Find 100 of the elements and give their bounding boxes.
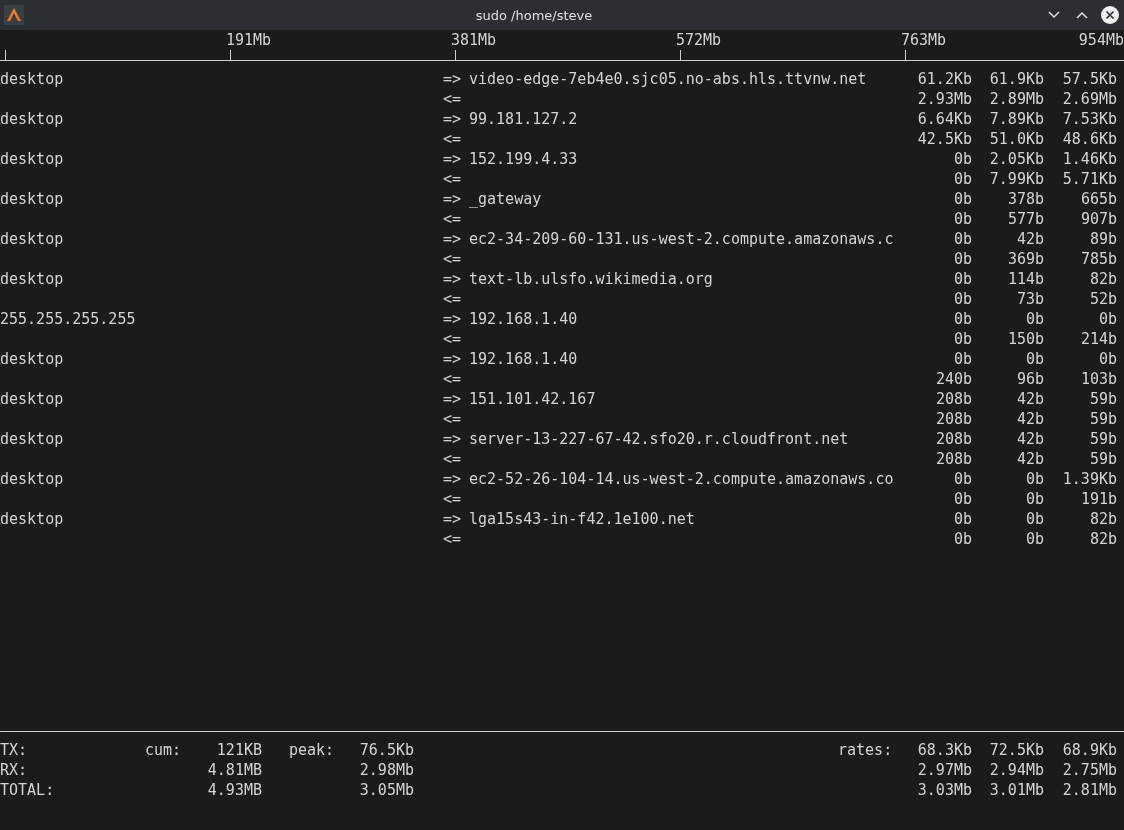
direction-arrow: => [443, 309, 463, 329]
remote-host: ec2-34-209-60-131.us-west-2.compute.amazonaws.c [469, 229, 895, 249]
direction-arrow: => [443, 69, 463, 89]
rate-value: 0b [953, 310, 972, 328]
rate-value: 1.39Kb [1062, 470, 1117, 488]
direction-arrow: => [443, 509, 463, 529]
direction-arrow: => [443, 469, 463, 489]
rate-value: 82b [1089, 530, 1117, 548]
cum-value: 4.81MB [207, 761, 262, 779]
peak-value: 3.05Mb [359, 781, 414, 799]
rate-value: 208b [935, 410, 972, 428]
direction-arrow: => [443, 109, 463, 129]
rate-value: 378b [1007, 190, 1044, 208]
rate-value: 3.03Mb [917, 781, 972, 799]
host-name: 255.255.255.255 [0, 309, 137, 329]
rate-value: 72.5Kb [989, 741, 1044, 759]
rate-value: 42b [1016, 430, 1044, 448]
host-name: desktop [0, 429, 65, 449]
remote-host: 192.168.1.40 [469, 349, 579, 369]
rate-value: 0b [953, 190, 972, 208]
direction-arrow: <= [443, 209, 463, 229]
rate-value: 1.46Kb [1062, 150, 1117, 168]
total-label: RX: [0, 760, 29, 780]
peak-value: 76.5Kb [359, 741, 414, 759]
host-name: desktop [0, 389, 65, 409]
rate-value: 0b [953, 290, 972, 308]
total-label: TX: [0, 740, 29, 760]
rate-value: 577b [1007, 210, 1044, 228]
rate-value: 0b [953, 530, 972, 548]
rate-value: 5.71Kb [1062, 170, 1117, 188]
cum-value: 121KB [216, 741, 262, 759]
rate-value: 0b [953, 470, 972, 488]
rate-value: 785b [1080, 250, 1117, 268]
close-icon[interactable] [1100, 5, 1120, 25]
rate-value: 7.53Kb [1062, 110, 1117, 128]
rate-value: 0b [953, 170, 972, 188]
rate-value: 2.89Mb [989, 90, 1044, 108]
rate-value: 214b [1080, 330, 1117, 348]
rate-value: 0b [953, 250, 972, 268]
rate-value: 0b [1025, 470, 1044, 488]
rate-value: 240b [935, 370, 972, 388]
rate-value: 208b [935, 430, 972, 448]
host-name: desktop [0, 189, 65, 209]
rate-value: 42.5Kb [917, 130, 972, 148]
rate-value: 7.99Kb [989, 170, 1044, 188]
remote-host: 99.181.127.2 [469, 109, 579, 129]
direction-arrow: <= [443, 89, 463, 109]
rate-value: 208b [935, 390, 972, 408]
window-title: sudo /home/steve [474, 7, 594, 23]
rate-value: 208b [935, 450, 972, 468]
rate-value: 3.01Mb [989, 781, 1044, 799]
rate-value: 0b [1025, 310, 1044, 328]
scale-label: 381Mb [451, 31, 497, 49]
remote-host: 192.168.1.40 [469, 309, 579, 329]
direction-arrow: => [443, 349, 463, 369]
rate-value: 61.2Kb [917, 70, 972, 88]
rate-value: 0b [1025, 530, 1044, 548]
rate-value: 96b [1016, 370, 1044, 388]
peak-value: 2.98Mb [359, 761, 414, 779]
direction-arrow: <= [443, 409, 463, 429]
host-name: desktop [0, 509, 65, 529]
rate-value: 0b [953, 230, 972, 248]
rate-value: 82b [1089, 510, 1117, 528]
direction-arrow: => [443, 229, 463, 249]
host-name: desktop [0, 349, 65, 369]
rate-value: 2.05Kb [989, 150, 1044, 168]
rate-value: 0b [1025, 490, 1044, 508]
host-name: desktop [0, 69, 65, 89]
rate-value: 42b [1016, 450, 1044, 468]
peak-label: peak: [289, 741, 335, 759]
host-name: desktop [0, 229, 65, 249]
remote-host: server-13-227-67-42.sfo20.r.cloudfront.net [469, 429, 850, 449]
remote-host: _gateway [469, 189, 543, 209]
direction-arrow: <= [443, 449, 463, 469]
cum-value: 4.93MB [207, 781, 262, 799]
host-name: desktop [0, 469, 65, 489]
direction-arrow: <= [443, 249, 463, 269]
scale-label: 572Mb [676, 31, 722, 49]
direction-arrow: => [443, 189, 463, 209]
rate-value: 89b [1089, 230, 1117, 248]
remote-host: 151.101.42.167 [469, 389, 597, 409]
rate-value: 59b [1089, 410, 1117, 428]
remote-host: ec2-52-26-104-14.us-west-2.compute.amazonaws.co [469, 469, 895, 489]
direction-arrow: <= [443, 329, 463, 349]
rate-value: 2.93Mb [917, 90, 972, 108]
host-name: desktop [0, 269, 65, 289]
rate-value: 0b [953, 270, 972, 288]
rate-value: 0b [953, 210, 972, 228]
rate-value: 0b [1098, 310, 1117, 328]
rate-value: 2.94Mb [989, 761, 1044, 779]
direction-arrow: <= [443, 489, 463, 509]
rate-value: 0b [1098, 350, 1117, 368]
rate-value: 42b [1016, 410, 1044, 428]
rate-value: 114b [1007, 270, 1044, 288]
rate-value: 0b [953, 330, 972, 348]
rate-value: 191b [1080, 490, 1117, 508]
rate-value: 0b [953, 490, 972, 508]
rate-value: 59b [1089, 390, 1117, 408]
rate-value: 907b [1080, 210, 1117, 228]
rate-value: 51.0Kb [989, 130, 1044, 148]
